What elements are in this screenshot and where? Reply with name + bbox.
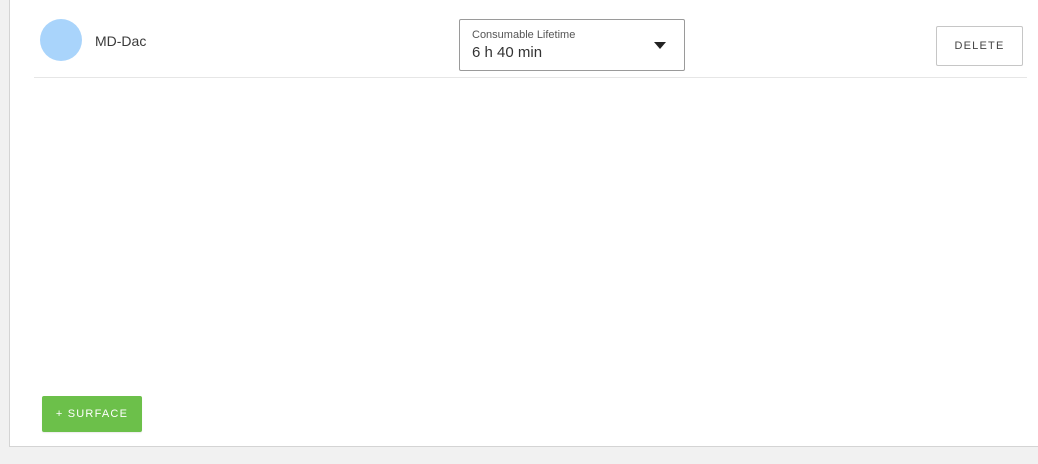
- surface-name: MD-Dac: [95, 33, 147, 49]
- surfaces-panel: MD-Dac Consumable Lifetime 6 h 40 min DE…: [9, 0, 1038, 447]
- caret-down-icon: [654, 42, 666, 49]
- consumable-lifetime-select[interactable]: Consumable Lifetime 6 h 40 min: [459, 19, 685, 71]
- add-surface-button[interactable]: + SURFACE: [42, 396, 142, 432]
- delete-button[interactable]: DELETE: [936, 26, 1023, 66]
- consumable-lifetime-value: 6 h 40 min: [472, 44, 543, 61]
- avatar: [40, 19, 82, 61]
- surface-row: MD-Dac Consumable Lifetime 6 h 40 min DE…: [34, 0, 1027, 78]
- consumable-lifetime-label: Consumable Lifetime: [472, 29, 576, 41]
